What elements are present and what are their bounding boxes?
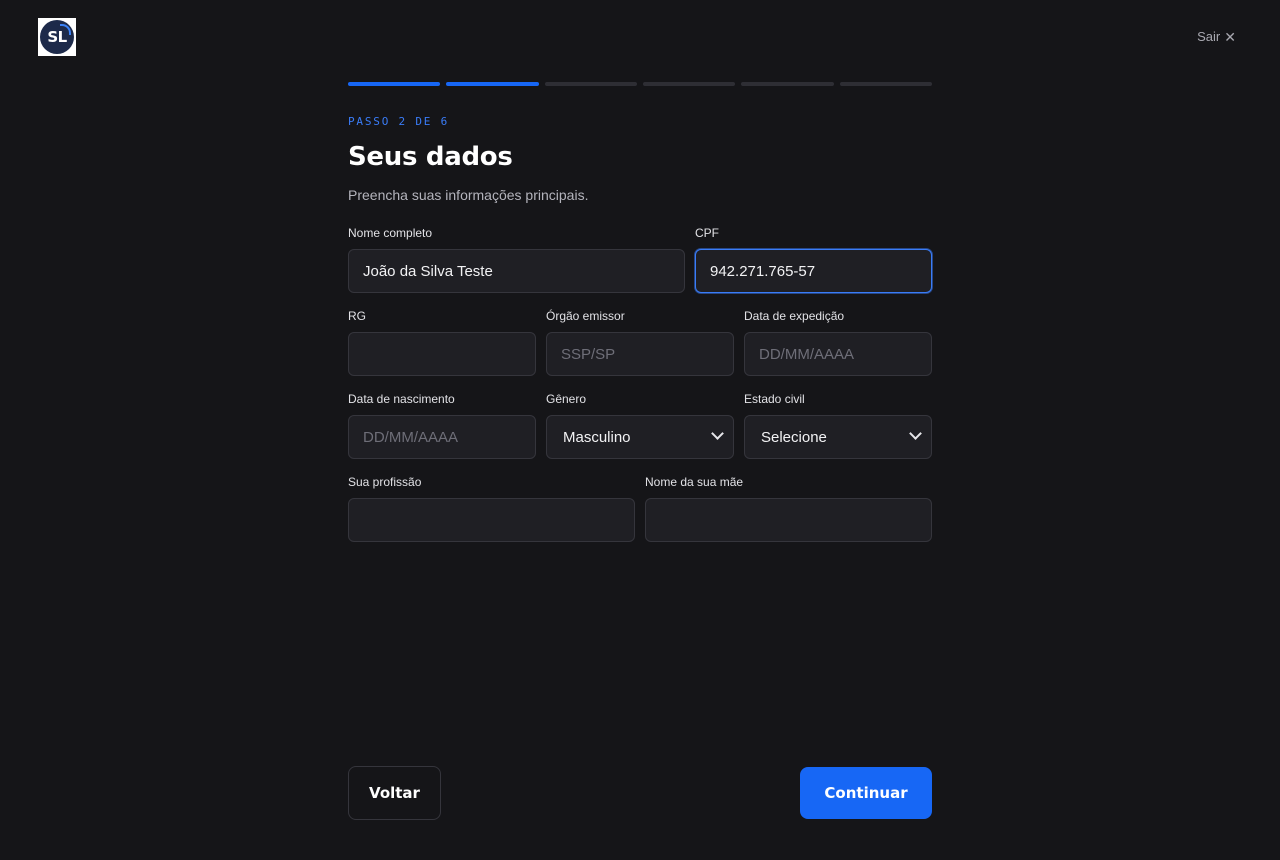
birth-date-input[interactable] <box>348 415 536 459</box>
logo: SL <box>38 18 76 56</box>
mother-name-group: Nome da sua mãe <box>645 475 932 542</box>
marital-status-select[interactable]: Selecione <box>744 415 932 459</box>
gender-select-wrapper: Masculino <box>546 415 734 459</box>
back-button[interactable]: Voltar <box>348 766 441 820</box>
marital-status-selected-value: Selecione <box>761 428 827 446</box>
issue-date-label: Data de expedição <box>744 309 845 323</box>
page: SL Sair ✕ PASSO 2 DE 6 Seus dados Preenc… <box>0 0 1280 860</box>
logo-badge: SL <box>40 20 74 54</box>
issuer-group: Órgão emissor <box>546 309 734 376</box>
rg-group: RG <box>348 309 536 376</box>
exit-label: Sair <box>1197 29 1221 44</box>
profession-group: Sua profissão <box>348 475 635 542</box>
birth-date-label: Data de nascimento <box>348 392 455 406</box>
gender-selected-value: Masculino <box>563 428 631 446</box>
marital-status-group: Estado civil Selecione <box>744 392 932 459</box>
step-label: PASSO 2 DE 6 <box>348 115 450 128</box>
form-row-1: Nome completo CPF <box>348 226 932 293</box>
gender-group: Gênero Masculino <box>546 392 734 459</box>
marital-status-select-wrapper: Selecione <box>744 415 932 459</box>
progress-segment <box>544 82 637 86</box>
form-row-4: Sua profissão Nome da sua mãe <box>348 475 932 542</box>
birth-date-group: Data de nascimento <box>348 392 536 459</box>
form-container: PASSO 2 DE 6 Seus dados Preencha suas in… <box>348 82 932 558</box>
rg-input[interactable] <box>348 332 536 376</box>
page-subtitle: Preencha suas informações principais. <box>348 187 589 203</box>
gender-select[interactable]: Masculino <box>546 415 734 459</box>
cpf-label: CPF <box>695 226 719 240</box>
profession-label: Sua profissão <box>348 475 422 489</box>
logo-arc-icon <box>60 24 71 35</box>
profession-input[interactable] <box>348 498 635 542</box>
page-title: Seus dados <box>348 142 513 172</box>
progress-segment <box>839 82 932 86</box>
gender-label: Gênero <box>546 392 587 406</box>
form-row-3: Data de nascimento Gênero Masculino Esta… <box>348 392 932 459</box>
progress-segment <box>446 82 539 86</box>
issue-date-group: Data de expedição <box>744 309 932 376</box>
progress-segment <box>642 82 736 86</box>
issuer-input[interactable] <box>546 332 734 376</box>
form-fields: Nome completo CPF RG Órgão emissor <box>348 226 932 542</box>
full-name-group: Nome completo <box>348 226 685 293</box>
issuer-label: Órgão emissor <box>546 309 625 323</box>
marital-status-label: Estado civil <box>744 392 805 406</box>
cpf-input[interactable] <box>695 249 932 293</box>
continue-button[interactable]: Continuar <box>800 767 932 819</box>
form-row-2: RG Órgão emissor Data de expedição <box>348 309 932 376</box>
progress-segment <box>348 82 441 86</box>
progress-segment <box>741 82 834 86</box>
full-name-input[interactable] <box>348 249 685 293</box>
issue-date-input[interactable] <box>744 332 932 376</box>
close-icon: ✕ <box>1224 28 1236 45</box>
progress-bar <box>348 82 932 86</box>
cpf-group: CPF <box>695 226 932 293</box>
mother-name-input[interactable] <box>645 498 932 542</box>
mother-name-label: Nome da sua mãe <box>645 475 744 489</box>
rg-label: RG <box>348 309 366 323</box>
full-name-label: Nome completo <box>348 226 433 240</box>
exit-button[interactable]: Sair ✕ <box>1197 29 1236 44</box>
